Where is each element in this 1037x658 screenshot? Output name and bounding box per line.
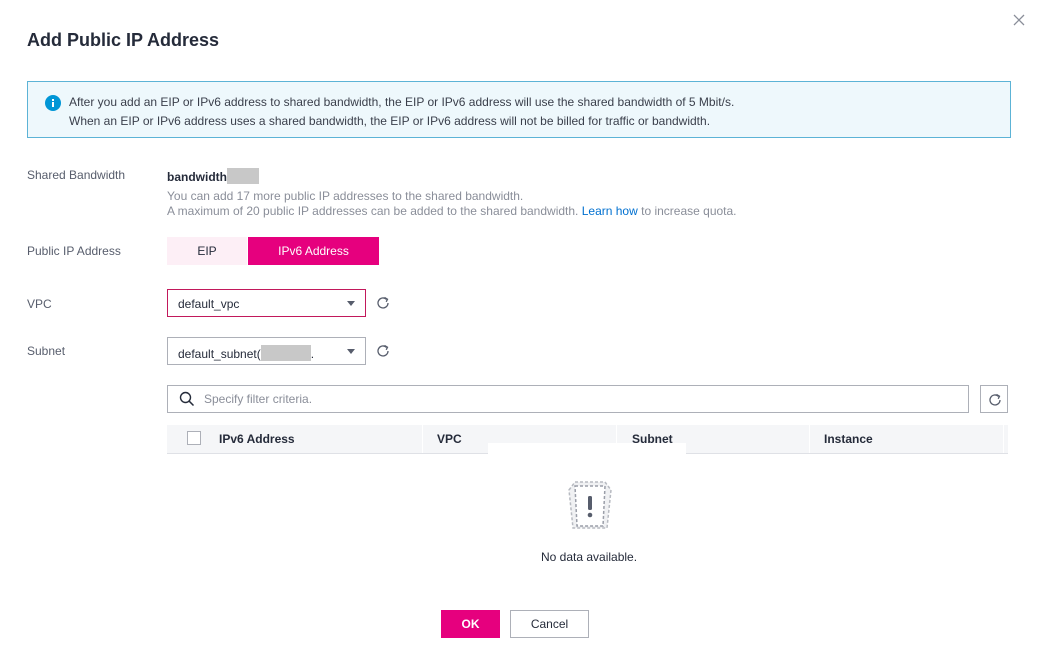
column-divider bbox=[809, 425, 810, 453]
column-vpc[interactable]: VPC bbox=[437, 432, 462, 446]
bandwidth-name: bandwidth bbox=[167, 168, 259, 184]
refresh-icon bbox=[989, 393, 1001, 406]
refresh-icon[interactable] bbox=[375, 343, 391, 359]
info-icon bbox=[45, 95, 61, 111]
refresh-icon[interactable] bbox=[375, 295, 391, 311]
column-divider bbox=[422, 425, 423, 453]
learn-how-link[interactable]: Learn how bbox=[582, 204, 638, 218]
header-overlay bbox=[488, 443, 686, 454]
vpc-label: VPC bbox=[27, 297, 52, 311]
cancel-button[interactable]: Cancel bbox=[510, 610, 589, 638]
dialog-title: Add Public IP Address bbox=[27, 30, 220, 50]
filter-input[interactable] bbox=[204, 390, 944, 408]
subnet-value-suffix: . bbox=[310, 347, 315, 361]
subnet-value: default_subnet(. bbox=[178, 345, 314, 361]
ipv6-option-button[interactable]: IPv6 Address bbox=[248, 237, 379, 265]
subnet-label: Subnet bbox=[27, 344, 66, 358]
notice-line-2: When an EIP or IPv6 address uses a share… bbox=[69, 114, 711, 128]
eip-option-button[interactable]: EIP bbox=[167, 237, 247, 265]
quota-hint-2-suffix: to increase quota. bbox=[641, 204, 737, 218]
vpc-value: default_vpc bbox=[178, 297, 240, 311]
ok-button[interactable]: OK bbox=[441, 610, 500, 638]
bandwidth-name-text: bandwidth bbox=[167, 170, 227, 184]
quota-hint-2-prefix: A maximum of 20 public IP addresses can … bbox=[167, 204, 579, 218]
search-icon bbox=[179, 391, 195, 407]
column-divider bbox=[1003, 425, 1004, 453]
column-ipv6-address[interactable]: IPv6 Address bbox=[219, 432, 295, 446]
empty-state-text: No data available. bbox=[541, 550, 638, 564]
public-ip-label: Public IP Address bbox=[27, 244, 121, 258]
notice-line-1: After you add an EIP or IPv6 address to … bbox=[69, 95, 735, 109]
column-instance[interactable]: Instance bbox=[824, 432, 873, 446]
vpc-select[interactable]: default_vpc bbox=[167, 289, 366, 317]
redacted-mask bbox=[260, 345, 311, 361]
chevron-down-icon bbox=[347, 301, 355, 306]
filter-search-box[interactable] bbox=[167, 385, 969, 413]
table-refresh-button[interactable] bbox=[980, 385, 1008, 413]
quota-hint-1: You can add 17 more public IP addresses … bbox=[167, 189, 524, 203]
quota-hint-2: A maximum of 20 public IP addresses can … bbox=[167, 204, 737, 218]
info-notice: After you add an EIP or IPv6 address to … bbox=[27, 81, 1011, 138]
subnet-select[interactable]: default_subnet(. bbox=[167, 337, 366, 365]
empty-state-icon bbox=[568, 481, 612, 529]
select-all-checkbox[interactable] bbox=[187, 431, 201, 445]
close-icon[interactable] bbox=[1011, 12, 1027, 28]
redacted-mask bbox=[227, 168, 259, 184]
shared-bandwidth-label: Shared Bandwidth bbox=[27, 168, 126, 182]
chevron-down-icon bbox=[347, 349, 355, 354]
subnet-value-prefix: default_subnet( bbox=[178, 347, 261, 361]
